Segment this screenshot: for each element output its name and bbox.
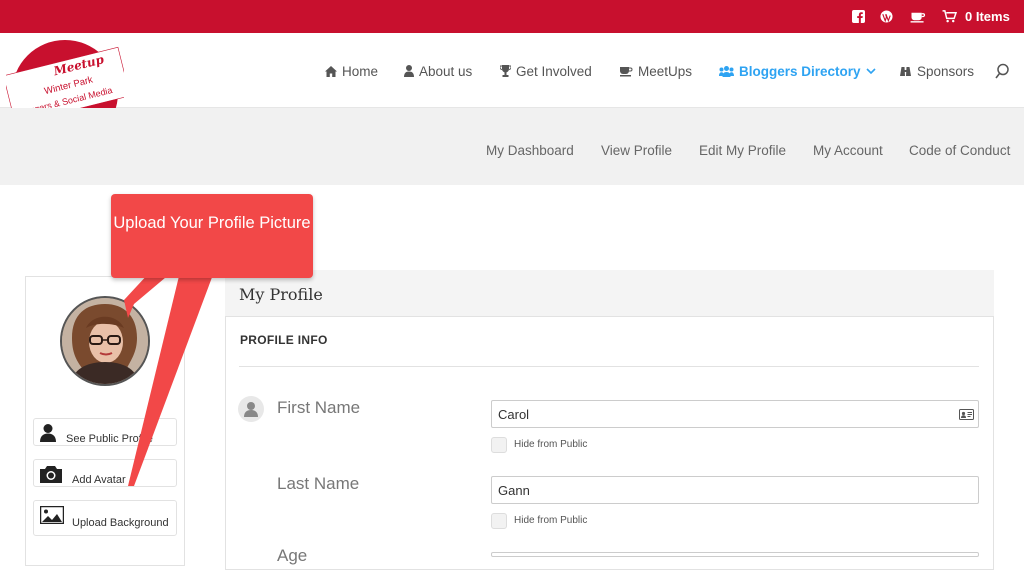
binoculars-icon xyxy=(900,66,911,76)
trophy-icon xyxy=(500,65,511,77)
last-name-value: Gann xyxy=(498,483,530,498)
profile-info-heading: PROFILE INFO xyxy=(240,333,328,347)
last-name-input[interactable]: Gann xyxy=(491,476,979,504)
nav-about-us[interactable]: About us xyxy=(404,62,472,80)
subnav-edit-my-profile[interactable]: Edit My Profile xyxy=(699,143,786,158)
subnav-code-of-conduct[interactable]: Code of Conduct xyxy=(909,143,1010,158)
coffee-cup-icon[interactable] xyxy=(910,10,926,23)
search-icon[interactable] xyxy=(995,63,1010,80)
avatar-photo xyxy=(62,298,148,384)
nav-sponsors-label: Sponsors xyxy=(917,63,975,79)
subnav-view-profile[interactable]: View Profile xyxy=(601,143,672,158)
profile-card-title: My Profile xyxy=(239,285,323,304)
nav-bloggers-directory[interactable]: Bloggers Directory xyxy=(719,62,876,80)
nav-get-involved-label: Get Involved xyxy=(516,63,592,79)
chevron-down-icon xyxy=(865,67,876,74)
nav-get-involved[interactable]: Get Involved xyxy=(500,62,592,80)
upload-callout xyxy=(111,194,313,278)
section-divider xyxy=(239,366,979,367)
upload-background-button[interactable]: Upload Background xyxy=(33,500,177,536)
first-name-label: First Name xyxy=(277,398,361,417)
camera-icon xyxy=(40,466,62,483)
wordpress-icon[interactable] xyxy=(880,10,893,23)
nav-home-label: Home xyxy=(342,63,379,79)
add-avatar-label: Add Avatar xyxy=(72,474,126,486)
nav-bloggers-label: Bloggers Directory xyxy=(739,63,861,79)
add-avatar-button[interactable]: Add Avatar xyxy=(33,459,177,487)
upload-background-label: Upload Background xyxy=(72,517,169,529)
last-name-label: Last Name xyxy=(277,474,360,493)
last-name-hide-label: Hide from Public xyxy=(514,515,588,526)
cart-icon[interactable] xyxy=(942,10,957,23)
subnav-my-account[interactable]: My Account xyxy=(813,143,883,158)
see-public-profile-label: See Public Profile xyxy=(66,433,153,445)
nav-home[interactable]: Home xyxy=(325,62,378,80)
facebook-icon[interactable] xyxy=(852,10,865,23)
profile-card-header xyxy=(225,270,994,317)
nav-meetups[interactable]: MeetUps xyxy=(620,62,692,80)
users-icon xyxy=(719,65,734,77)
nav-about-label: About us xyxy=(419,63,473,79)
first-name-value: Carol xyxy=(498,407,530,422)
age-input[interactable] xyxy=(491,552,979,557)
last-name-hide-checkbox[interactable] xyxy=(491,513,507,529)
contact-card-icon xyxy=(959,409,974,420)
nav-sponsors[interactable]: Sponsors xyxy=(899,62,974,80)
subnav-my-dashboard[interactable]: My Dashboard xyxy=(486,143,574,158)
first-name-hide-checkbox[interactable] xyxy=(491,437,507,453)
image-icon xyxy=(40,506,64,524)
first-name-hide-label: Hide from Public xyxy=(514,439,588,450)
upload-callout-text: Upload Your Profile Picture xyxy=(113,214,311,232)
home-icon xyxy=(325,65,337,77)
age-label: Age xyxy=(277,546,308,565)
field-person-icon xyxy=(238,396,264,422)
top-bar: 0 Items xyxy=(0,0,1024,33)
avatar[interactable] xyxy=(60,296,150,386)
nav-meetups-label: MeetUps xyxy=(638,63,693,79)
first-name-input[interactable]: Carol xyxy=(491,400,979,428)
see-public-profile-button[interactable]: See Public Profile xyxy=(33,418,177,446)
coffee-icon xyxy=(620,66,633,76)
user-icon xyxy=(404,65,414,77)
person-icon xyxy=(40,424,56,442)
cart-count[interactable]: 0 Items xyxy=(965,9,1010,24)
